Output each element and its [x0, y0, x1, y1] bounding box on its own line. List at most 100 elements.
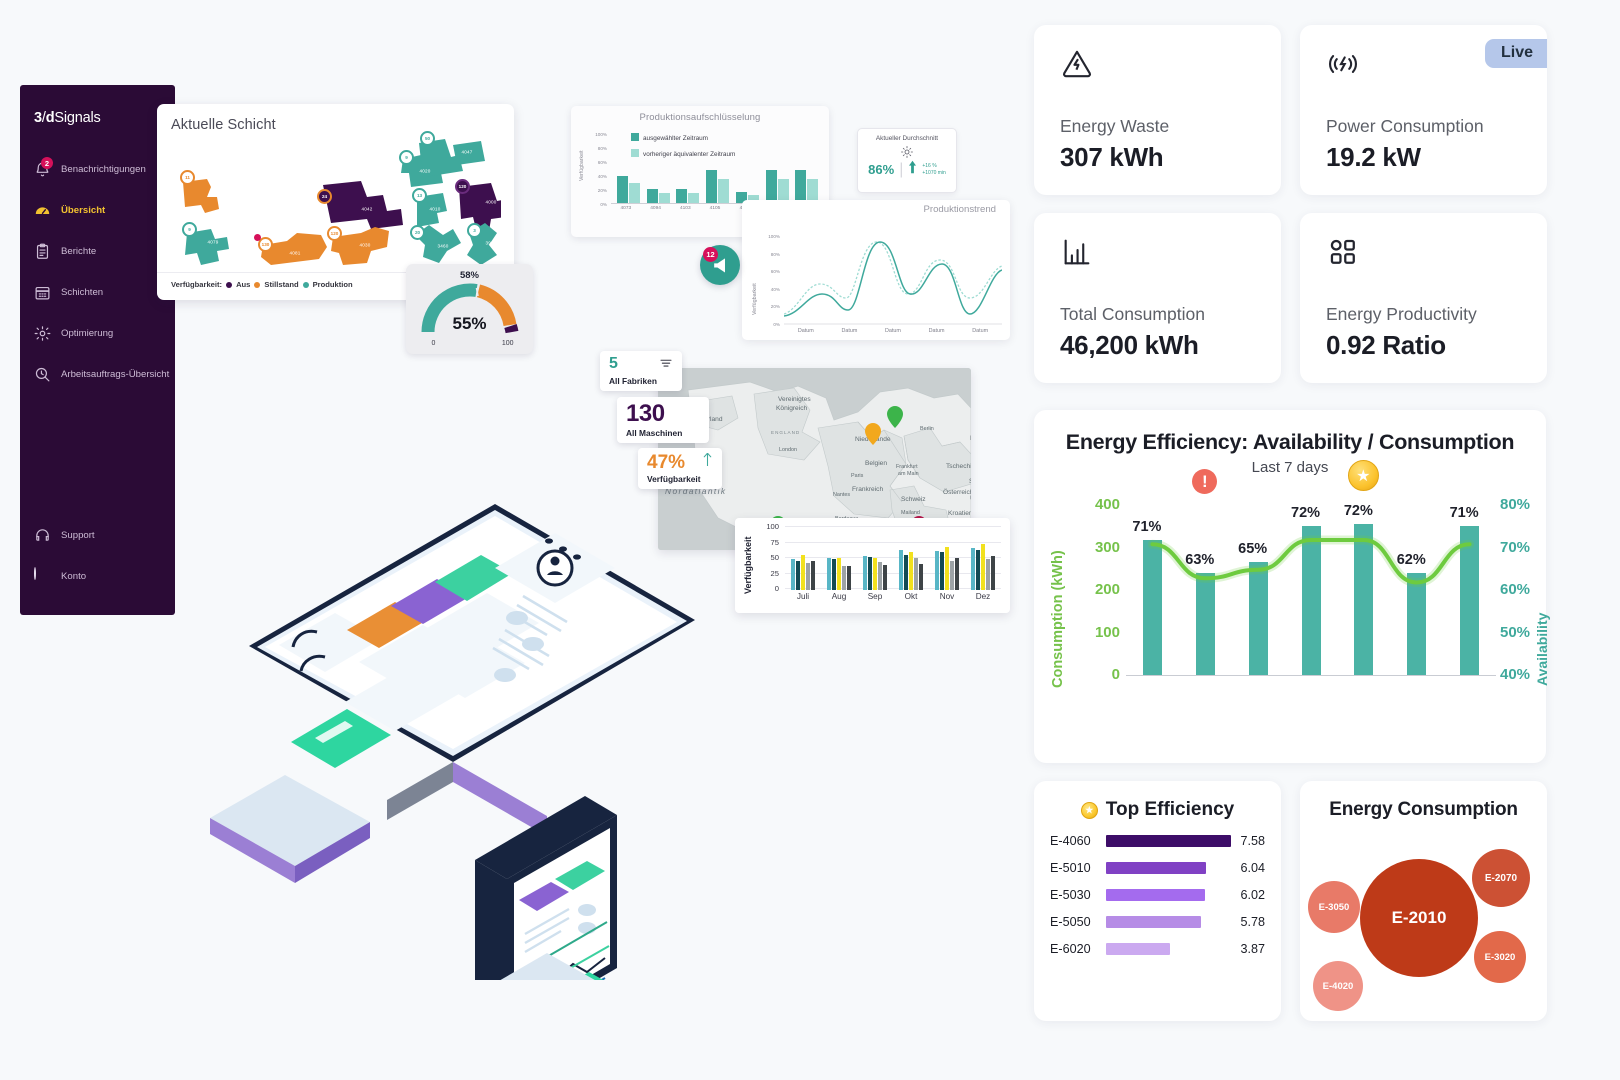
energy-bubble[interactable]: E-2010 [1360, 859, 1478, 977]
sidebar-item-label: Arbeitsauftrags-Übersicht [61, 369, 170, 380]
efficiency-value: 5.78 [1240, 915, 1265, 929]
star-marker-icon: ★ [1347, 460, 1379, 491]
kpi-card-energy-waste[interactable]: Energy Waste 307 kWh [1034, 25, 1281, 195]
y-tick: 0 [774, 584, 779, 593]
bar-track [1106, 835, 1231, 847]
sidebar-item-label: Schichten [61, 287, 104, 298]
brand-name-part1: 3 [34, 110, 42, 126]
x-tick: Dez [975, 592, 991, 601]
energy-bubble[interactable]: E-2070 [1472, 849, 1530, 907]
sidebar-item-arbeitsauftrags-uebersicht[interactable]: Arbeitsauftrags-Übersicht [20, 354, 175, 395]
bar [899, 550, 904, 590]
kpi-chip-value: 130 [626, 400, 665, 427]
bar-group [935, 528, 960, 590]
bar [971, 548, 976, 590]
sidebar-item-konto[interactable]: Konto [20, 556, 175, 597]
y-tick: 300 [1094, 538, 1120, 556]
y-tick: 25 [770, 568, 779, 578]
bar [629, 182, 640, 203]
kpi-card-total-consumption[interactable]: Total Consumption 46,200 kWh [1034, 213, 1281, 383]
y-tick: 60% [770, 269, 780, 275]
y-tick: 100 [766, 522, 779, 531]
machine-name: E-6020 [1050, 942, 1091, 956]
energy-bubble[interactable]: E-4020 [1313, 961, 1363, 1011]
bar [791, 559, 796, 590]
bar-group [676, 133, 700, 203]
machine-badge: 50 [420, 131, 435, 146]
map-label: Nantes [833, 492, 851, 498]
x-tick: Datum [972, 328, 989, 334]
machine-badge: 9 [182, 222, 197, 237]
bar-group [646, 133, 671, 203]
brand-logo[interactable]: 3/dSignals [20, 103, 175, 133]
kpi-card-power-consumption[interactable]: Live Power Consumption 19.2 kW [1300, 25, 1547, 195]
sidebar-item-berichte[interactable]: Berichte [20, 231, 175, 272]
map-pin[interactable] [887, 406, 903, 428]
bar-track [1106, 862, 1231, 874]
map-label: ENGLAND [771, 430, 801, 435]
sidebar-item-uebersicht[interactable]: Übersicht [20, 190, 175, 231]
bar [867, 557, 873, 590]
clipboard-icon [34, 243, 51, 260]
map-label: am Main [898, 471, 919, 477]
x-tick: 4073 [620, 206, 632, 211]
brand-name-part3: Signals [54, 110, 101, 126]
bar [908, 552, 914, 590]
kpi-chip-fabriken[interactable]: 5 All Fabriken [600, 351, 682, 391]
production-breakdown-y-label: Verfügbarkeit [579, 150, 585, 181]
avatar-icon [34, 567, 51, 585]
y-tick: 0% [773, 322, 780, 327]
sidebar-item-label: Konto [61, 571, 87, 582]
map-pin[interactable] [865, 423, 881, 445]
bar [913, 558, 919, 590]
kpi-chip-maschinen[interactable]: 130 All Maschinen [617, 397, 709, 443]
gridline [785, 526, 1001, 527]
sidebar-item-support[interactable]: Support [20, 515, 175, 556]
energy-bubble[interactable]: E-3050 [1308, 881, 1360, 933]
map-label: Kroatien [948, 510, 971, 517]
isometric-illustration [195, 440, 735, 1080]
sidebar-item-benachrichtigungen[interactable]: 2 Benachrichtigungen [20, 149, 175, 190]
map-label: Königreich [776, 405, 808, 412]
monthly-availability-card: Verfügbarkeit 100 75 50 25 0 Juli Aug Sep Okt No… [735, 518, 1010, 613]
y-tick: 0% [600, 202, 607, 207]
y-tick: 100 [1094, 623, 1120, 641]
map-label: Frankfurt [896, 464, 918, 470]
sidebar-item-optimierung[interactable]: Optimierung [20, 313, 175, 354]
kpi-card-label: Energy Productivity [1326, 304, 1477, 324]
y-tick: 40% [770, 286, 780, 292]
kpi-card-energy-productivity[interactable]: Energy Productivity 0.92 Ratio [1300, 213, 1547, 383]
bar-data-label: 71% [1449, 505, 1479, 522]
bubble-area: E-2010 E-2070 E-3020 E-3050 E-4020 [1300, 821, 1547, 1017]
bar [954, 557, 960, 590]
legend-label-produktion: Produktion [312, 280, 353, 289]
x-tick: Datum [797, 328, 814, 334]
bar-data-label: 72% [1343, 503, 1373, 520]
alert-bubble[interactable]: 12 [700, 245, 740, 285]
bar [975, 549, 981, 590]
machine-name: E-5030 [1050, 888, 1091, 902]
x-tick: Okt [904, 592, 918, 601]
bar-data-label: 65% [1238, 541, 1268, 558]
x-tick: 4105 [709, 206, 721, 211]
bar [706, 170, 718, 203]
bar-fill [1106, 862, 1206, 874]
sidebar-bottom: Support Konto [20, 515, 175, 597]
y-tick: 20% [597, 188, 607, 193]
kpi-card-value: 46,200 kWh [1060, 330, 1199, 360]
top-efficiency-row: E-5030 6.02 [1050, 888, 1265, 902]
filter-icon[interactable] [660, 356, 672, 374]
top-efficiency-row: E-4060 7.58 [1050, 834, 1265, 848]
x-tick: 4094 [650, 206, 661, 211]
bar [836, 557, 842, 590]
y2-tick: 50% [1500, 623, 1531, 641]
bar-group [706, 133, 730, 203]
sidebar-item-schichten[interactable]: Schichten [20, 272, 175, 313]
months-y-axis-label: Verfügbarkeit [743, 536, 753, 594]
factory-floor-map[interactable]: 4071 4042 4020 4047 4010 4000 4079 4081 … [171, 131, 501, 272]
average-delta-min: +1070 min [922, 169, 946, 176]
energy-bubble[interactable]: E-3020 [1474, 931, 1526, 983]
energy-consumption-title: Energy Consumption [1329, 799, 1518, 820]
aktueller-durchschnitt-card: Aktueller Durchschnitt 86% | +16 % +1070… [857, 128, 957, 193]
bar [949, 561, 955, 590]
